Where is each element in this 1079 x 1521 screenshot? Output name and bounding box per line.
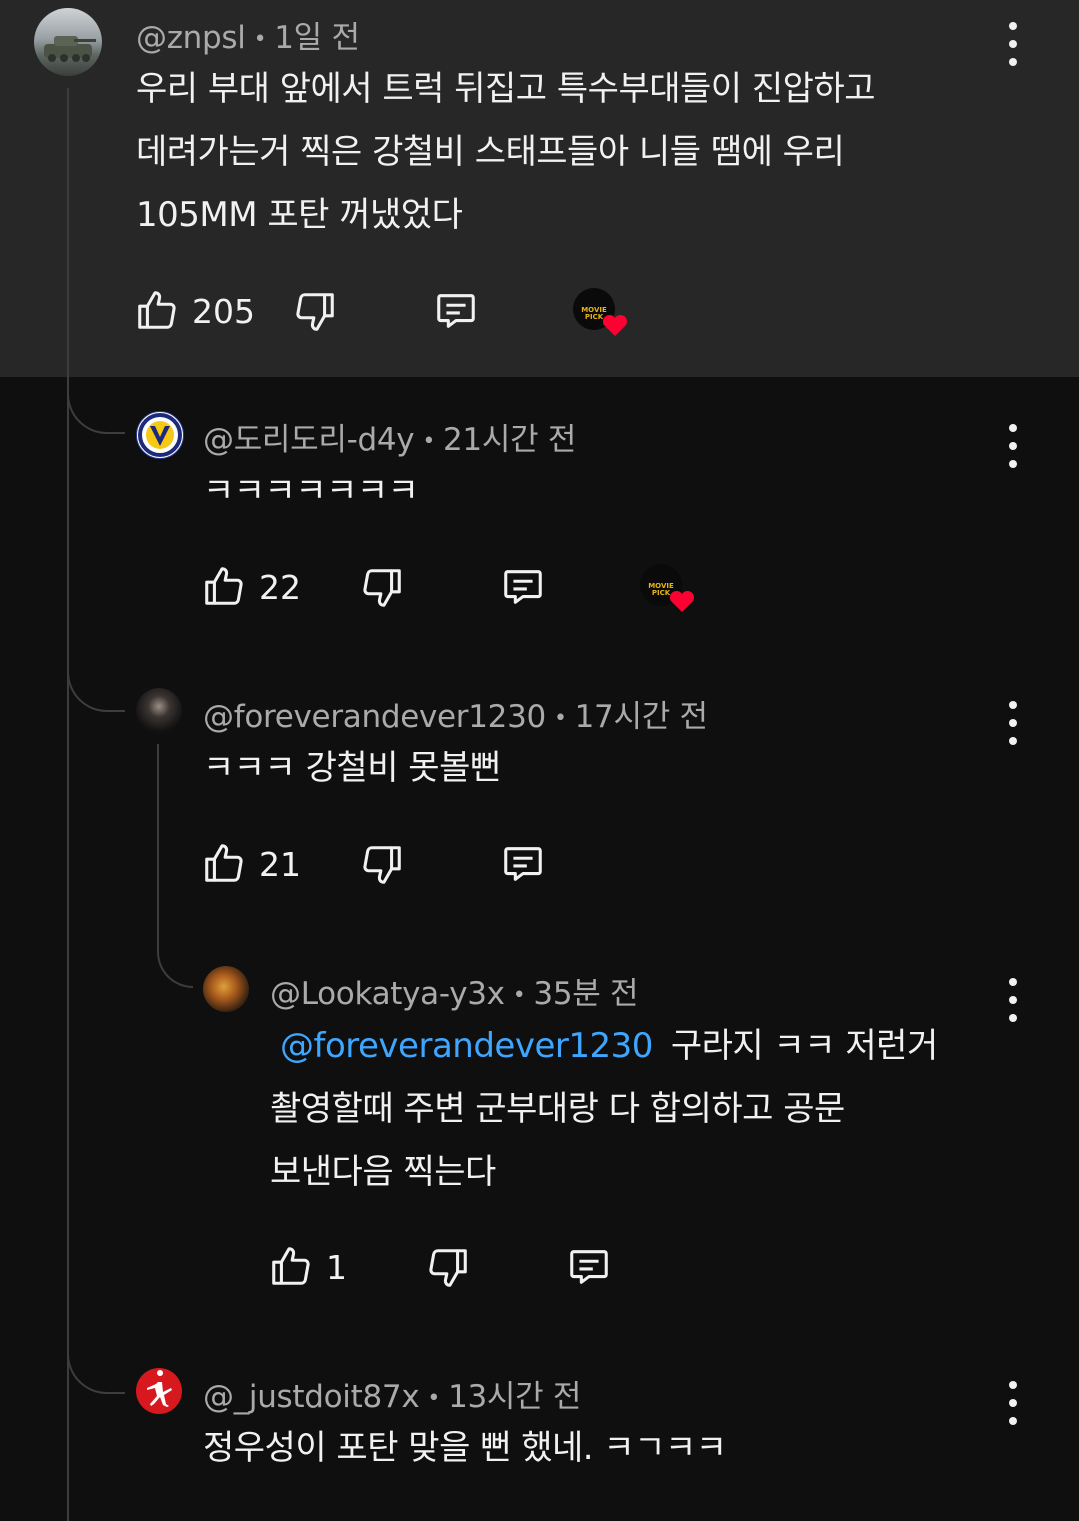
comment-line: 구라지 ㅋㅋ 저런거 [670, 1026, 938, 1066]
timestamp[interactable]: 35분 전 [533, 976, 638, 1012]
timestamp[interactable]: 13시간 전 [448, 1379, 581, 1415]
avatar[interactable] [34, 8, 102, 76]
heart-icon [669, 590, 695, 612]
separator: • [512, 983, 526, 1008]
reply-icon[interactable] [432, 288, 480, 334]
comment-text: 우리 부대 앞에서 트럭 뒤집고 특수부대들이 진압하고 데려가는거 찍은 강철… [136, 58, 876, 247]
comment-line: ㅋㅋㅋ 강철비 못볼뻔 [203, 748, 501, 788]
thumbs-down-icon[interactable] [359, 841, 405, 889]
like-count: 1 [326, 1248, 347, 1287]
comment-line: 보낸다음 찍는다 [270, 1152, 496, 1192]
reply-icon[interactable] [499, 564, 547, 610]
comment-meta: @_justdoit87x • 13시간 전 [203, 1371, 581, 1416]
avatar[interactable] [136, 688, 182, 734]
comment-line: 우리 부대 앞에서 트럭 뒤집고 특수부대들이 진압하고 [136, 69, 876, 109]
more-vert-icon[interactable] [993, 978, 1033, 1022]
avatar[interactable] [136, 411, 184, 459]
nested-thread-line [157, 744, 159, 934]
comment-meta: @znpsl • 1일 전 [136, 12, 360, 57]
reply-icon[interactable] [565, 1244, 613, 1290]
comment-text: 정우성이 포탄 맞을 뻔 했네. ㅋㄱㅋㅋ [203, 1417, 727, 1480]
reply-icon[interactable] [499, 841, 547, 887]
thumbs-up-icon[interactable] [268, 1242, 314, 1290]
thumbs-down-icon[interactable] [359, 564, 405, 612]
like-count: 205 [192, 292, 255, 331]
comment-text: @foreverandever1230 구라지 ㅋㅋ 저런거 촬영할때 주변 군부… [270, 1015, 938, 1204]
timestamp[interactable]: 17시간 전 [575, 699, 708, 735]
more-vert-icon[interactable] [993, 701, 1033, 745]
author-handle[interactable]: @znpsl [136, 20, 246, 56]
comment-meta: @foreverandever1230 • 17시간 전 [203, 691, 708, 736]
author-handle[interactable]: @foreverandever1230 [203, 699, 546, 735]
more-vert-icon[interactable] [993, 1381, 1033, 1425]
nested-thread-curve [157, 932, 193, 988]
avatar[interactable] [136, 1368, 182, 1414]
separator: • [427, 1386, 441, 1411]
thread-curve [67, 658, 125, 712]
thread-curve [67, 380, 125, 434]
heart-icon [602, 314, 628, 336]
creator-heart: MOVIE PICK [638, 564, 700, 620]
mention-link[interactable]: @foreverandever1230 [280, 1026, 653, 1066]
thumbs-up-icon[interactable] [201, 562, 247, 610]
thumbs-down-icon[interactable] [292, 288, 338, 336]
comment-meta: @도리도리-d4y • 21시간 전 [203, 414, 576, 459]
like-count: 21 [259, 845, 301, 884]
comment-text: ㅋㅋㅋㅋㅋㅋㅋ [203, 460, 419, 523]
svg-text:PICK: PICK [585, 313, 604, 321]
author-handle[interactable]: @Lookatya-y3x [270, 976, 505, 1012]
thread-line [67, 88, 69, 1521]
creator-heart: MOVIE PICK [571, 288, 633, 344]
separator: • [553, 706, 567, 731]
svg-text:PICK: PICK [652, 589, 671, 597]
avatar[interactable] [203, 966, 249, 1012]
thumbs-down-icon[interactable] [425, 1244, 471, 1292]
separator: • [253, 27, 267, 52]
comment-line: 105MM 포탄 꺼냈었다 [136, 195, 463, 235]
timestamp[interactable]: 21시간 전 [443, 422, 576, 458]
separator: • [422, 429, 435, 454]
comment-line: 촬영할때 주변 군부대랑 다 합의하고 공문 [270, 1089, 845, 1129]
thumbs-up-icon[interactable] [134, 286, 180, 334]
like-count: 22 [259, 568, 301, 607]
comment-line: ㅋㅋㅋㅋㅋㅋㅋ [203, 471, 419, 511]
more-vert-icon[interactable] [993, 22, 1033, 66]
more-vert-icon[interactable] [993, 424, 1033, 468]
thumbs-up-icon[interactable] [201, 839, 247, 887]
comment-meta: @Lookatya-y3x • 35분 전 [270, 968, 639, 1013]
author-handle[interactable]: @도리도리-d4y [203, 422, 415, 458]
comment-line: 정우성이 포탄 맞을 뻔 했네. ㅋㄱㅋㅋ [203, 1428, 727, 1468]
thread-curve [67, 1340, 125, 1394]
comment-text: ㅋㅋㅋ 강철비 못볼뻔 [203, 737, 501, 800]
author-handle[interactable]: @_justdoit87x [203, 1379, 420, 1415]
timestamp[interactable]: 1일 전 [274, 20, 360, 56]
comment-line: 데려가는거 찍은 강철비 스태프들아 니들 땜에 우리 [136, 132, 845, 172]
